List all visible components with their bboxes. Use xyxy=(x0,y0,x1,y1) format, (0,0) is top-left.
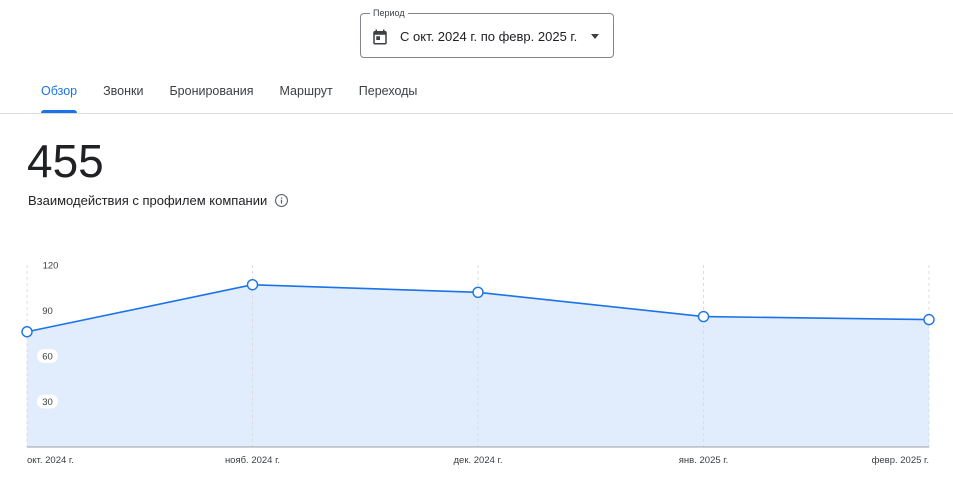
period-label: Период xyxy=(370,6,408,20)
tab-overview[interactable]: Обзор xyxy=(28,76,90,113)
x-tick-label-4: февр. 2025 г. xyxy=(872,455,929,466)
tab-bar: Обзор Звонки Бронирования Маршрут Перехо… xyxy=(28,76,430,113)
period-value: С окт. 2024 г. по февр. 2025 г. xyxy=(400,29,578,44)
info-icon[interactable] xyxy=(274,193,289,208)
tab-bookings[interactable]: Бронирования xyxy=(156,76,266,113)
period-selector[interactable]: Период С окт. 2024 г. по февр. 2025 г. xyxy=(360,6,614,58)
tab-website-clicks[interactable]: Переходы xyxy=(346,76,431,113)
y-tick-label-2: 60 xyxy=(42,352,53,363)
x-tick-label-1: нояб. 2024 г. xyxy=(225,455,280,466)
metric-row: Взаимодействия с профилем компании xyxy=(28,193,289,208)
tab-calls[interactable]: Звонки xyxy=(90,76,156,113)
metric-label: Взаимодействия с профилем компании xyxy=(28,193,268,208)
y-tick-label-1: 90 xyxy=(42,306,53,317)
x-tick-label-2: дек. 2024 г. xyxy=(454,455,503,466)
tab-directions[interactable]: Маршрут xyxy=(266,76,345,113)
calendar-icon xyxy=(373,29,387,45)
total-interactions: 455 xyxy=(27,135,104,187)
dropdown-arrow-icon[interactable] xyxy=(591,34,599,39)
data-point-0 xyxy=(21,326,33,338)
x-tick-label-3: янв. 2025 г. xyxy=(679,455,728,466)
data-point-2 xyxy=(472,286,484,298)
interactions-chart: 120 90 60 30 окт. 2024 г. нояб. 2024 г. дек. 2… xyxy=(21,258,935,466)
x-tick-label-0: окт. 2024 г. xyxy=(27,455,74,466)
data-point-1 xyxy=(246,279,259,291)
data-point-4 xyxy=(923,313,935,326)
y-tick-label-0: 120 xyxy=(43,261,59,272)
y-tick-label-3: 30 xyxy=(42,397,53,408)
data-point-3 xyxy=(697,310,710,323)
tabs-divider xyxy=(0,113,953,114)
